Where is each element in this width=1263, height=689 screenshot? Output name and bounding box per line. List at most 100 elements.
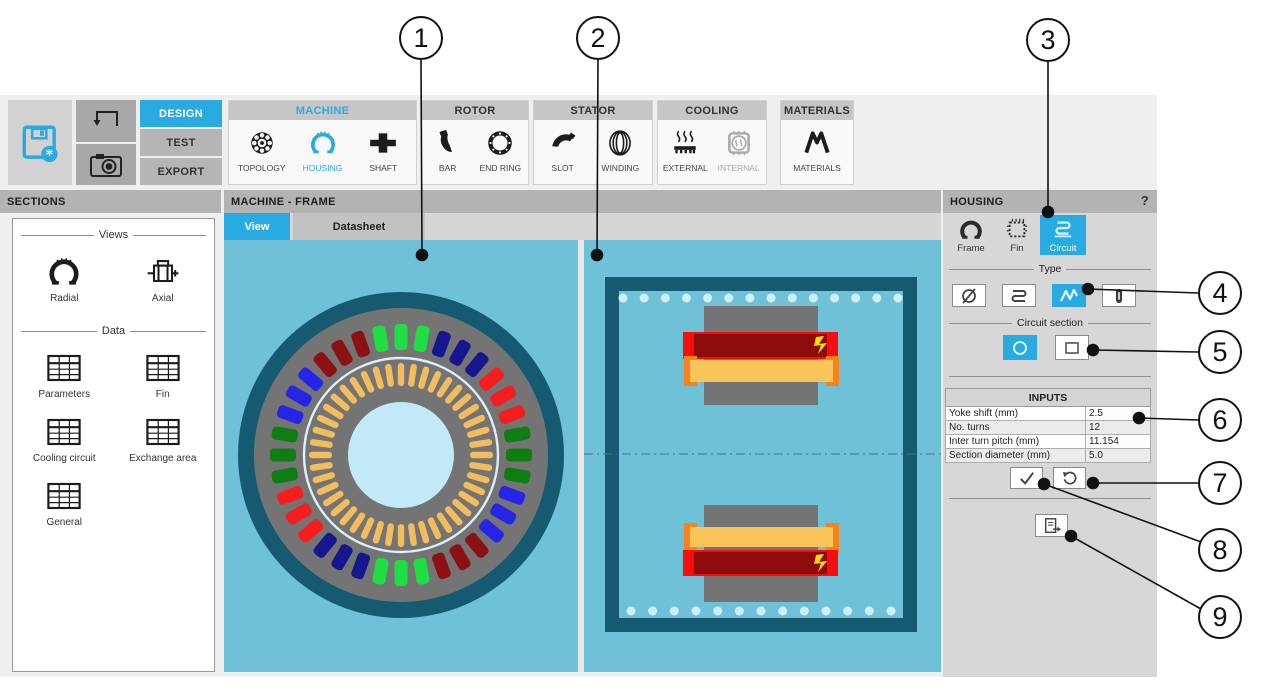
svg-text:*: * xyxy=(46,147,54,163)
divider xyxy=(949,498,1151,499)
main-title: MACHINE - FRAME xyxy=(231,196,336,208)
toolbar-item-label: SHAFT xyxy=(369,163,397,173)
sections-item-cooling-circuit[interactable]: Cooling circuit xyxy=(18,414,110,464)
table-row: No. turns 12 xyxy=(946,421,1151,435)
fin-icon xyxy=(1004,217,1030,241)
sections-item-general[interactable]: General xyxy=(18,478,110,528)
radial-view-canvas[interactable] xyxy=(224,240,578,672)
test-mode-button[interactable]: TEST xyxy=(140,129,222,156)
check-icon xyxy=(1017,470,1037,486)
callout-7: 7 xyxy=(1198,461,1242,505)
housing-tab-frame[interactable]: Frame xyxy=(948,215,994,255)
internal-cooling-icon xyxy=(724,126,754,160)
sections-item-label: Axial xyxy=(152,293,174,304)
toolbar-item-housing[interactable]: HOUSING xyxy=(295,126,351,173)
design-mode-button[interactable]: DESIGN xyxy=(140,100,222,127)
housing-icon xyxy=(308,126,338,160)
export-doc-icon xyxy=(1042,517,1062,535)
callout-1: 1 xyxy=(399,16,443,60)
table-row: Yoke shift (mm) 2.5 xyxy=(946,407,1151,421)
tab-datasheet[interactable]: Datasheet xyxy=(293,213,425,240)
callout-6: 6 xyxy=(1198,398,1242,442)
toolbar-group-stator: STATOR SLOT WINDING xyxy=(533,100,653,185)
circuit-type-serpentine-button[interactable] xyxy=(1002,284,1036,307)
divider xyxy=(949,376,1151,377)
toolbar-item-topology[interactable]: TOPOLOGY xyxy=(234,126,290,173)
data-label: Data xyxy=(102,325,125,337)
input-label: Section diameter (mm) xyxy=(946,449,1086,463)
export-mode-button[interactable]: EXPORT xyxy=(140,158,222,185)
housing-tab-circuit[interactable]: Circuit xyxy=(1040,215,1086,255)
table-row: Section diameter (mm) 5.0 xyxy=(946,449,1151,463)
toolbar-item-bar[interactable]: BAR xyxy=(423,126,473,173)
sections-item-fin[interactable]: Fin xyxy=(117,350,209,400)
table-icon xyxy=(145,350,181,386)
housing-help-button[interactable]: ? xyxy=(1141,193,1149,208)
input-label: No. turns xyxy=(946,421,1086,435)
reset-button[interactable] xyxy=(1053,467,1086,489)
radial-view-svg xyxy=(224,240,578,672)
sections-box: Views Radial xyxy=(12,218,215,672)
callout-8: 8 xyxy=(1198,528,1242,572)
section-shape-rect-button[interactable] xyxy=(1055,335,1089,360)
sections-panel-header: SECTIONS xyxy=(0,190,221,213)
camera-button[interactable] xyxy=(76,144,136,185)
circuit-type-axial-button[interactable] xyxy=(1102,284,1136,307)
topology-icon xyxy=(247,126,277,160)
sections-item-exchange-area[interactable]: Exchange area xyxy=(117,414,209,464)
circuit-type-wave-button[interactable] xyxy=(1052,284,1086,307)
end-ring-icon xyxy=(485,126,515,160)
sections-item-radial[interactable]: Radial xyxy=(18,254,110,304)
group-label-stator: STATOR xyxy=(534,101,652,120)
toolbar-item-external[interactable]: EXTERNAL xyxy=(659,126,711,173)
toolbar: * DESIGN TEST EXPORT MACHINE xyxy=(0,95,1157,190)
screen: { "toolbar": { "design_label": "DESIGN",… xyxy=(0,0,1263,689)
axial-view-icon xyxy=(145,254,181,290)
save-button[interactable]: * xyxy=(8,100,72,185)
circuit-icon xyxy=(1050,217,1076,241)
sections-item-axial[interactable]: Axial xyxy=(117,254,209,304)
toolbar-item-end-ring[interactable]: END RING xyxy=(473,126,527,173)
sections-item-label: General xyxy=(46,517,82,528)
input-value[interactable]: 12 xyxy=(1086,421,1151,435)
callout-5: 5 xyxy=(1198,330,1242,374)
input-value[interactable]: 11.154 xyxy=(1086,435,1151,449)
circuit-section-label: Circuit section xyxy=(1017,317,1083,329)
input-value[interactable]: 2.5 xyxy=(1086,407,1151,421)
serpentine-icon xyxy=(1008,287,1030,305)
none-icon xyxy=(958,287,980,305)
table-icon xyxy=(46,414,82,450)
main-tab-bar: View Datasheet xyxy=(224,213,941,240)
save-icon: * xyxy=(18,121,62,165)
axial-view-canvas[interactable] xyxy=(584,240,941,672)
slot-icon xyxy=(548,126,578,160)
toolbar-item-label: INTERNAL xyxy=(718,163,760,173)
toolbar-item-shaft[interactable]: SHAFT xyxy=(355,126,411,173)
toolbar-group-materials: MATERIALS MATERIALS xyxy=(780,100,854,185)
sections-item-parameters[interactable]: Parameters xyxy=(18,350,110,400)
export-section-button[interactable] xyxy=(1035,514,1068,537)
sections-item-label: Parameters xyxy=(38,389,90,400)
toolbar-item-winding[interactable]: WINDING xyxy=(591,126,649,173)
input-label: Inter turn pitch (mm) xyxy=(946,435,1086,449)
housing-tab-fin[interactable]: Fin xyxy=(994,215,1040,255)
toolbar-item-label: EXTERNAL xyxy=(663,163,708,173)
sections-title: SECTIONS xyxy=(7,196,66,208)
undo-button[interactable] xyxy=(76,100,136,142)
axial-duct-icon xyxy=(1108,287,1130,305)
table-icon xyxy=(46,350,82,386)
circle-section-icon xyxy=(1010,339,1030,357)
circuit-type-none-button[interactable] xyxy=(952,284,986,307)
external-cooling-icon xyxy=(670,126,700,160)
apply-button[interactable] xyxy=(1010,467,1043,489)
section-shape-circle-button[interactable] xyxy=(1003,335,1037,360)
group-label-cooling: COOLING xyxy=(658,101,766,120)
group-label-machine: MACHINE xyxy=(229,101,416,120)
tab-view[interactable]: View xyxy=(224,213,290,240)
toolbar-item-slot[interactable]: SLOT xyxy=(537,126,589,173)
group-label-materials: MATERIALS xyxy=(781,101,853,120)
group-label-rotor: ROTOR xyxy=(422,101,528,120)
toolbar-item-materials[interactable]: MATERIALS xyxy=(785,126,849,173)
input-value[interactable]: 5.0 xyxy=(1086,449,1151,463)
callout-3: 3 xyxy=(1026,18,1070,62)
